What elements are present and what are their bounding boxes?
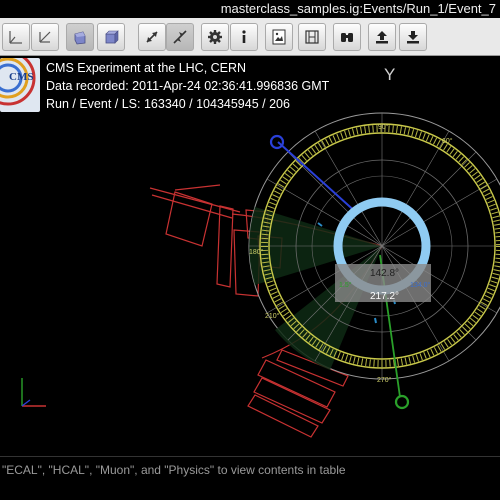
info-icon: [242, 30, 246, 43]
zoom-in-button[interactable]: [138, 23, 166, 51]
image-icon: [272, 29, 286, 45]
expand-arrows-icon: [146, 31, 158, 43]
find-button[interactable]: [333, 23, 361, 51]
tooltip-angle-2: 217.2°: [370, 291, 399, 302]
binoculars-icon: [341, 33, 353, 42]
tooltip-side-right: 134.0°: [410, 281, 431, 289]
settings-button[interactable]: [201, 23, 229, 51]
axes-gizmo: [21, 378, 46, 407]
window-title: masterclass_samples.ig:Events/Run_1/Even…: [220, 1, 496, 16]
zoom-out-button[interactable]: [166, 23, 194, 51]
compress-arrows-icon: [173, 30, 187, 44]
orthographic-button[interactable]: [97, 23, 125, 51]
toolbar: [0, 18, 500, 56]
data-table-button[interactable]: [298, 23, 326, 51]
cube-perspective-icon: [74, 31, 86, 45]
event-info-panel: CMS CMS Experiment at the LHC, CERN Data…: [0, 58, 329, 118]
screenshot-button[interactable]: [265, 23, 293, 51]
status-bar: "ECAL", "HCAL", "Muon", and "Physics" to…: [0, 456, 500, 500]
cube-ortho-icon: [105, 30, 119, 44]
cms-logo: CMS: [0, 58, 40, 112]
download-button[interactable]: [399, 23, 427, 51]
status-text: "ECAL", "HCAL", "Muon", and "Physics" to…: [2, 463, 346, 477]
film-table-icon: [305, 30, 319, 44]
axes-xz-icon: [9, 31, 22, 44]
view-xz-button[interactable]: [2, 23, 30, 51]
recorded-line: Data recorded: 2011-Apr-24 02:36:41.9968…: [46, 79, 330, 93]
tooltip-angle-1: 142.8°: [370, 268, 399, 279]
angle-label-60: 60°: [442, 137, 453, 145]
gear-icon: [208, 30, 222, 44]
upload-button[interactable]: [368, 23, 396, 51]
muon-hit-green: [394, 394, 410, 410]
perspective-button[interactable]: [66, 23, 94, 51]
run-event-line: Run / Event / LS: 163340 / 104345945 / 2…: [46, 97, 290, 111]
info-button[interactable]: [230, 23, 258, 51]
axes-yz-icon: [39, 31, 51, 43]
angle-label-top: 90°: [378, 123, 389, 131]
view-yz-button[interactable]: [31, 23, 59, 51]
angle-label-bottom: 270°: [377, 376, 392, 384]
angle-label-left: 180°: [249, 248, 264, 256]
upload-icon: [376, 31, 388, 44]
tooltip-side-left: 1.5°: [339, 281, 352, 289]
angle-label-210: 210°: [265, 312, 280, 320]
y-axis-label: Y: [384, 65, 395, 84]
download-icon: [407, 31, 419, 44]
logo-text: CMS: [9, 71, 33, 83]
muon-hit-blue: [269, 134, 285, 150]
title-bar: masterclass_samples.ig:Events/Run_1/Even…: [0, 0, 500, 18]
experiment-line: CMS Experiment at the LHC, CERN: [46, 61, 247, 75]
